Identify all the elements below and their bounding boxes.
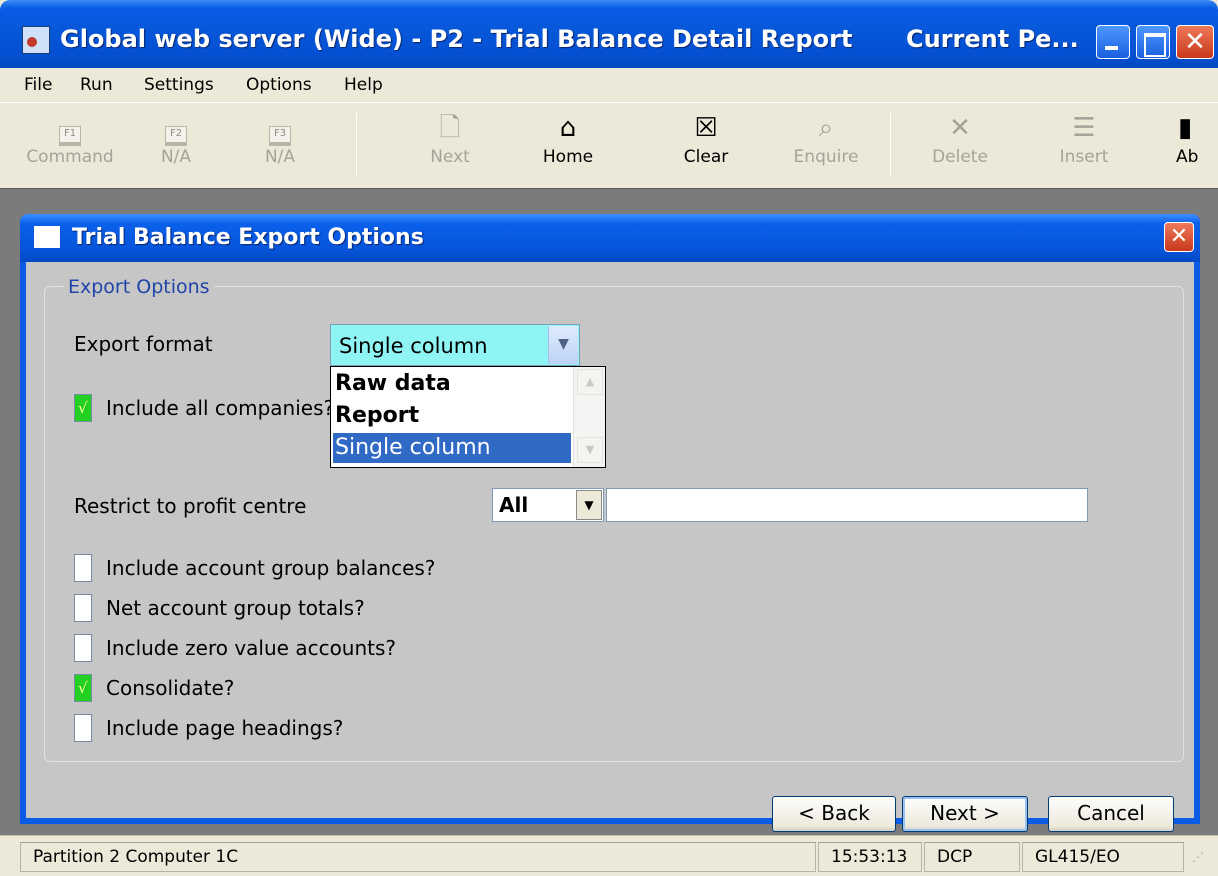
export-format-dropdown-list: Raw data Report Single column ▲ ▼ xyxy=(330,366,606,468)
window-icon xyxy=(34,226,60,248)
window-title-period: Current Pe... xyxy=(906,25,1079,53)
menu-file[interactable]: File xyxy=(24,75,52,95)
toolbar-f3-button[interactable]: F3 N/A xyxy=(230,109,330,183)
consolidate-checkbox[interactable] xyxy=(74,674,92,702)
profit-centre-value: All xyxy=(499,493,529,517)
book-icon: ▮ xyxy=(1178,113,1193,143)
dropdown-scrollbar[interactable]: ▲ ▼ xyxy=(573,367,605,467)
status-partition: Partition 2 Computer 1C xyxy=(20,842,816,872)
toolbar: F1 Command F2 N/A F3 N/A 🗋 Next ⌂ Home ☒… xyxy=(0,102,1218,188)
toolbar-label: Enquire xyxy=(793,147,859,167)
toolbar-label: Home xyxy=(542,147,594,167)
window-titlebar: Global web server (Wide) - P2 - Trial Ba… xyxy=(0,0,1218,68)
triangle-down-icon[interactable]: ▼ xyxy=(576,490,602,520)
option-raw-data[interactable]: Raw data xyxy=(333,369,571,399)
clear-icon: ☒ xyxy=(694,113,718,143)
profit-centre-select[interactable]: All ▼ xyxy=(492,488,604,522)
toolbar-enquire-button[interactable]: ⌕ Enquire xyxy=(776,109,876,183)
status-user: DCP xyxy=(924,842,1020,872)
toolbar-separator xyxy=(890,113,891,177)
page-icon: 🗋 xyxy=(439,113,461,143)
option-single-column[interactable]: Single column xyxy=(333,433,571,463)
toolbar-label: Clear xyxy=(683,147,729,167)
include-all-companies-label: Include all companies? xyxy=(106,396,335,420)
dialog-titlebar: Trial Balance Export Options ✕ xyxy=(20,214,1200,262)
checkbox-label: Include account group balances? xyxy=(106,556,436,580)
include-account-group-balances-checkbox[interactable] xyxy=(74,554,92,582)
toolbar-clear-button[interactable]: ☒ Clear xyxy=(656,109,756,183)
export-format-select[interactable]: Single column ▼ xyxy=(330,324,580,366)
checkbox-label: Include page headings? xyxy=(106,716,344,740)
option-report[interactable]: Report xyxy=(333,401,571,431)
checkbox-label: Include zero value accounts? xyxy=(106,636,397,660)
menu-help[interactable]: Help xyxy=(344,75,383,95)
next-button[interactable]: Next > xyxy=(902,796,1028,832)
toolbar-home-button[interactable]: ⌂ Home xyxy=(518,109,618,183)
magnifier-icon: ⌕ xyxy=(818,113,834,143)
f3-key-icon: F3 xyxy=(269,126,291,146)
close-icon: ✕ xyxy=(1184,27,1206,57)
home-icon: ⌂ xyxy=(559,113,577,143)
profit-centre-label: Restrict to profit centre xyxy=(74,494,307,518)
toolbar-label: N/A xyxy=(264,147,296,167)
export-format-label: Export format xyxy=(74,332,213,356)
cancel-button[interactable]: Cancel xyxy=(1048,796,1174,832)
minimize-button[interactable] xyxy=(1096,25,1130,59)
checkbox-label: Net account group totals? xyxy=(106,596,365,620)
toolbar-label: Delete xyxy=(932,147,988,167)
chevron-down-icon[interactable]: ▼ xyxy=(548,326,578,364)
dialog-title: Trial Balance Export Options xyxy=(72,225,424,250)
include-all-companies-checkbox[interactable] xyxy=(74,394,92,422)
status-time: 15:53:13 xyxy=(818,842,922,872)
menu-options[interactable]: Options xyxy=(246,75,312,95)
cross-icon: ✕ xyxy=(949,113,971,143)
menu-run[interactable]: Run xyxy=(80,75,113,95)
toolbar-label: Command xyxy=(26,147,114,167)
toolbar-insert-button[interactable]: ☰ Insert xyxy=(1034,109,1134,183)
menu-settings[interactable]: Settings xyxy=(144,75,214,95)
resize-grip-icon[interactable]: ⋰ xyxy=(1192,850,1212,870)
f1-key-icon: F1 xyxy=(59,126,81,146)
include-zero-value-accounts-checkbox[interactable] xyxy=(74,634,92,662)
toolbar-label: Next xyxy=(430,147,470,167)
toolbar-next-button[interactable]: 🗋 Next xyxy=(400,109,500,183)
window-title: Global web server (Wide) - P2 - Trial Ba… xyxy=(60,25,853,53)
close-icon: ✕ xyxy=(1169,224,1189,249)
export-format-value: Single column xyxy=(339,334,488,358)
insert-row-icon: ☰ xyxy=(1072,113,1096,143)
status-bar: Partition 2 Computer 1C 15:53:13 DCP GL4… xyxy=(0,835,1218,876)
f2-key-icon: F2 xyxy=(165,126,187,146)
dialog-close-button[interactable]: ✕ xyxy=(1164,222,1194,252)
group-label: Export Options xyxy=(64,276,214,298)
toolbar-about-button[interactable]: ▮ Ab xyxy=(1160,109,1218,183)
checkbox-label: Consolidate? xyxy=(106,676,235,700)
back-button[interactable]: < Back xyxy=(772,796,896,832)
toolbar-delete-button[interactable]: ✕ Delete xyxy=(910,109,1010,183)
maximize-button[interactable] xyxy=(1136,25,1170,59)
toolbar-label: Ab xyxy=(1176,147,1199,167)
toolbar-command-button[interactable]: F1 Command xyxy=(20,109,120,183)
dialog-body: Export Options Export format Single colu… xyxy=(26,262,1194,832)
menu-bar: File Run Settings Options Help xyxy=(0,68,1218,102)
net-account-group-totals-checkbox[interactable] xyxy=(74,594,92,622)
profit-centre-input[interactable] xyxy=(606,488,1088,522)
app-icon[interactable] xyxy=(22,26,50,54)
scroll-down-icon[interactable]: ▼ xyxy=(577,437,603,463)
toolbar-label: Insert xyxy=(1059,147,1109,167)
toolbar-f2-button[interactable]: F2 N/A xyxy=(126,109,226,183)
status-program: GL415/EO xyxy=(1022,842,1184,872)
scroll-up-icon[interactable]: ▲ xyxy=(577,369,603,395)
close-window-button[interactable]: ✕ xyxy=(1176,25,1214,59)
include-page-headings-checkbox[interactable] xyxy=(74,714,92,742)
export-options-dialog: Trial Balance Export Options ✕ Export Op… xyxy=(20,214,1200,832)
toolbar-separator xyxy=(356,113,357,177)
toolbar-label: N/A xyxy=(160,147,192,167)
